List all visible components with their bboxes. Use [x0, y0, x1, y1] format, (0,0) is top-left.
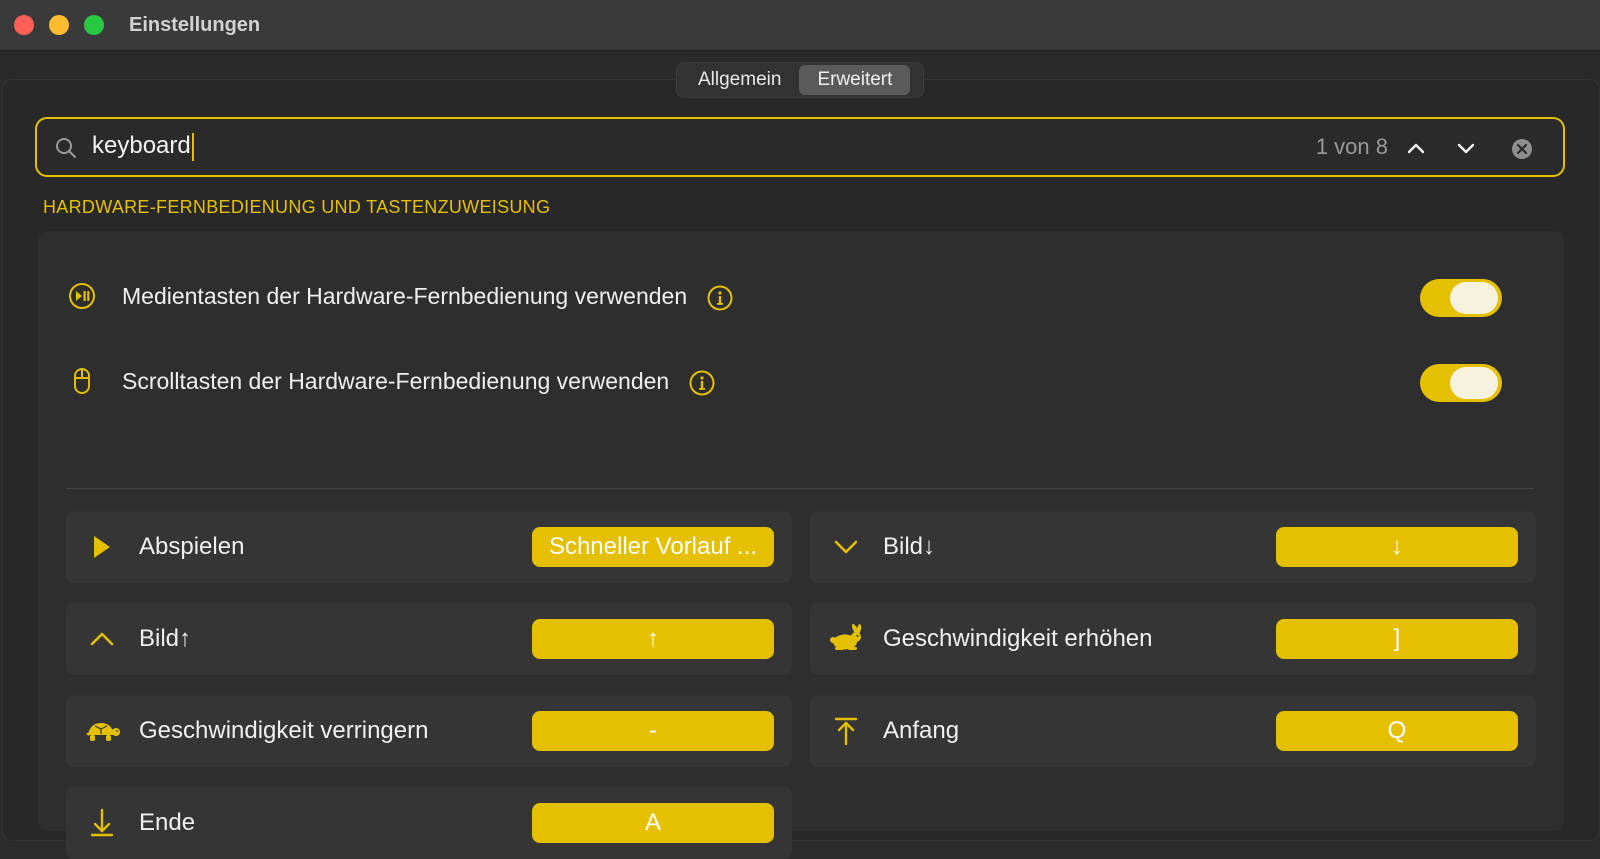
shortcut-label: Bild↓	[883, 533, 936, 560]
shortcut-tile-bild-up: Bild↑ ↑	[66, 603, 792, 675]
close-window-button[interactable]	[14, 15, 34, 35]
turtle-icon	[86, 723, 120, 741]
shortcut-key-button[interactable]: ↑	[532, 619, 774, 659]
search-icon	[56, 138, 76, 158]
title-bar: Einstellungen	[0, 0, 1600, 51]
minimize-window-button[interactable]	[49, 15, 69, 35]
shortcut-key-button[interactable]: ]	[1276, 619, 1518, 659]
remote-settings-card: Medientasten der Hardware-Fernbedienung …	[38, 231, 1564, 859]
toggle-row-media-keys: Medientasten der Hardware-Fernbedienung …	[38, 256, 1564, 336]
shortcut-tile-speed-down: Geschwindigkeit verringern -	[66, 695, 792, 767]
shortcut-key-button[interactable]: Schneller Vorlauf ...	[532, 527, 774, 567]
clear-search-button[interactable]	[1511, 138, 1533, 160]
toggle-row-scroll-keys: Scrolltasten der Hardware-Fernbedienung …	[38, 341, 1564, 421]
shortcut-key-button[interactable]: A	[532, 803, 774, 843]
mouse-icon	[74, 368, 90, 394]
shortcut-label: Anfang	[883, 717, 960, 744]
zoom-window-button[interactable]	[84, 15, 104, 35]
shortcut-label: Ende	[139, 809, 196, 836]
shortcut-key-button[interactable]: ↓	[1276, 527, 1518, 567]
play-icon	[94, 536, 110, 558]
toggle-knob	[1450, 282, 1498, 314]
previous-match-button[interactable]	[1404, 136, 1428, 160]
toggle-label: Scrolltasten der Hardware-Fernbedienung …	[122, 368, 715, 396]
search-input[interactable]: keyboard	[92, 132, 194, 161]
next-match-button[interactable]	[1454, 136, 1478, 160]
settings-content: Allgemein Erweitert keyboard 1 von 8 HAR…	[0, 51, 1600, 859]
info-icon[interactable]	[707, 285, 733, 311]
chevron-up-icon	[90, 632, 114, 646]
arrow-to-bottom-icon	[90, 808, 114, 837]
text-caret	[191, 132, 194, 161]
rabbit-icon	[830, 623, 862, 650]
shortcut-tile-abspielen: Abspielen Schneller Vorlauf ...	[66, 511, 792, 583]
arrow-to-top-icon	[834, 717, 858, 746]
tab-allgemein[interactable]: Allgemein	[680, 65, 799, 95]
shortcut-label: Abspielen	[139, 533, 245, 560]
shortcut-key-button[interactable]: Q	[1276, 711, 1518, 751]
match-count: 1 von 8	[1315, 134, 1388, 159]
info-icon[interactable]	[689, 370, 715, 396]
shortcut-tile-anfang: Anfang Q	[810, 695, 1536, 767]
divider	[66, 488, 1534, 489]
shortcut-tile-bild-down: Bild↓ ↓	[810, 511, 1536, 583]
play-pause-circle-icon	[69, 283, 95, 309]
shortcut-tile-ende: Ende A	[66, 787, 792, 859]
toggle-label: Medientasten der Hardware-Fernbedienung …	[122, 283, 733, 311]
section-title: HARDWARE-FERNBEDIENUNG UND TASTENZUWEISU…	[43, 197, 551, 217]
media-keys-toggle[interactable]	[1420, 279, 1502, 317]
tab-erweitert[interactable]: Erweitert	[799, 65, 911, 95]
shortcut-key-button[interactable]: -	[532, 711, 774, 751]
search-field[interactable]: keyboard 1 von 8	[35, 117, 1565, 177]
toggle-knob	[1450, 367, 1498, 399]
tab-switcher: Allgemein Erweitert	[676, 62, 924, 98]
scroll-keys-toggle[interactable]	[1420, 364, 1502, 402]
shortcut-label: Bild↑	[139, 625, 192, 652]
chevron-down-icon	[834, 540, 858, 554]
window-title: Einstellungen	[129, 14, 261, 36]
shortcut-tile-speed-up: Geschwindigkeit erhöhen ]	[810, 603, 1536, 675]
shortcut-label: Geschwindigkeit erhöhen	[883, 625, 1153, 652]
shortcut-label: Geschwindigkeit verringern	[139, 717, 429, 744]
search-value: keyboard	[92, 132, 191, 159]
